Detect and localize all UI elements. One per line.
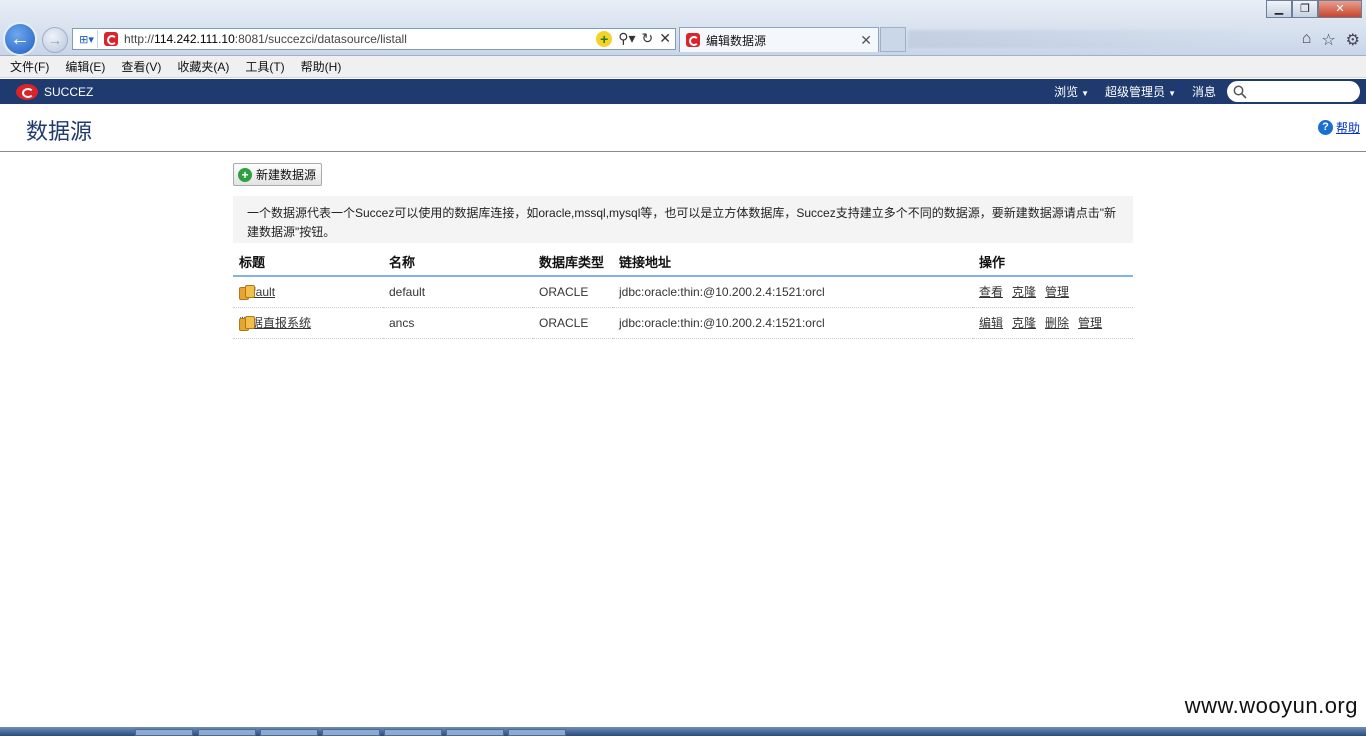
cell-title: default — [233, 276, 383, 308]
help-link[interactable]: 帮助 — [1336, 119, 1360, 136]
top-nav: 浏览 ▼ 超级管理员 ▼ 消息 — [1054, 79, 1216, 104]
delete-link[interactable]: 删除 — [1045, 316, 1069, 330]
browser-chrome: ▁ ❐ ✕ ← → ⊞▾ http://114.242.111.10:8081/… — [0, 0, 1366, 56]
forward-arrow-icon: → — [48, 32, 62, 48]
edit-link[interactable]: 编辑 — [979, 316, 1003, 330]
clone-link[interactable]: 克隆 — [1012, 285, 1036, 299]
settings-gear-icon[interactable]: ⚙ — [1346, 30, 1360, 50]
cell-name: default — [383, 276, 533, 308]
addon-icon[interactable]: + — [596, 31, 613, 47]
title-cell-inner: default — [239, 285, 383, 299]
caret-down-icon: ▼ — [1081, 89, 1090, 98]
title-cell-inner: 数据直报系统 — [239, 314, 383, 331]
nav-admin[interactable]: 超级管理员 ▼ — [1105, 83, 1176, 100]
window-controls: ▁ ❐ ✕ — [1266, 0, 1362, 18]
table-row: default default ORACLE jdbc:oracle:thin:… — [233, 276, 1133, 308]
view-link[interactable]: 查看 — [979, 285, 1003, 299]
clone-link[interactable]: 克隆 — [1012, 316, 1036, 330]
url-prefix: http:// — [124, 32, 155, 46]
table-header-row: 标题 名称 数据库类型 链接地址 操作 — [233, 247, 1133, 277]
add-circle-icon: + — [238, 167, 252, 182]
cell-url: jdbc:oracle:thin:@10.200.2.4:1521:orcl — [613, 276, 973, 308]
col-header-name: 名称 — [383, 247, 533, 277]
browser-tab-active[interactable]: 编辑数据源 ✕ — [679, 27, 879, 52]
site-favicon-icon — [104, 32, 118, 46]
window-close-button[interactable]: ✕ — [1318, 0, 1362, 18]
address-tools: + ⚲▾ ↻ ✕ — [596, 30, 671, 47]
url-host: 114.242.111.10 — [154, 32, 235, 46]
nav-messages[interactable]: 消息 — [1192, 83, 1216, 100]
page-title-bar: 数据源 ? 帮助 — [0, 104, 1366, 152]
address-url[interactable]: http://114.242.111.10:8081/succezci/data… — [124, 32, 407, 46]
browser-toolbar-icons: ⌂ ☆ ⚙ — [1302, 30, 1360, 50]
os-taskbar — [0, 727, 1366, 736]
forward-button[interactable]: → — [42, 27, 68, 53]
home-icon[interactable]: ⌂ — [1302, 30, 1312, 50]
taskbar-button[interactable] — [198, 729, 256, 736]
menu-favorites[interactable]: 收藏夹(A) — [177, 58, 229, 75]
restore-button[interactable]: ❐ — [1292, 0, 1318, 18]
nav-admin-label: 超级管理员 — [1105, 85, 1166, 99]
help-icon[interactable]: ? — [1317, 120, 1333, 135]
menu-file[interactable]: 文件(F) — [10, 58, 49, 75]
col-header-actions: 操作 — [973, 247, 1133, 277]
search-dropdown-icon[interactable]: ⚲▾ — [618, 30, 635, 47]
menu-view[interactable]: 查看(V) — [121, 58, 161, 75]
tab-close-icon[interactable]: ✕ — [860, 32, 872, 49]
tab-favicon-icon — [686, 33, 700, 47]
taskbar-button[interactable] — [322, 729, 380, 736]
menu-tools[interactable]: 工具(T) — [245, 58, 284, 75]
header-search[interactable] — [1227, 81, 1360, 102]
manage-link[interactable]: 管理 — [1045, 285, 1069, 299]
back-arrow-icon: ← — [10, 27, 30, 50]
new-tab-button[interactable] — [880, 27, 906, 52]
nav-browse-label: 浏览 — [1054, 85, 1079, 99]
menu-edit[interactable]: 编辑(E) — [65, 58, 105, 75]
page-title: 数据源 — [26, 119, 93, 144]
succez-logo-icon — [16, 83, 38, 100]
refresh-icon[interactable]: ↻ — [642, 30, 654, 47]
datasource-table: 标题 名称 数据库类型 链接地址 操作 default default ORAC… — [233, 247, 1133, 339]
cell-name: ancs — [383, 307, 533, 339]
nav-browse[interactable]: 浏览 ▼ — [1054, 83, 1089, 100]
stop-icon[interactable]: ✕ — [659, 30, 671, 47]
menu-help[interactable]: 帮助(H) — [301, 58, 342, 75]
brand-name: SUCCEZ — [44, 84, 94, 99]
url-path: :8081/succezci/datasource/listall — [234, 32, 407, 46]
help-link-group[interactable]: ? 帮助 — [1317, 119, 1360, 136]
cell-actions: 查看 克隆 管理 — [973, 276, 1133, 308]
minimize-button[interactable]: ▁ — [1266, 0, 1292, 18]
cell-url: jdbc:oracle:thin:@10.200.2.4:1521:orcl — [613, 307, 973, 339]
address-bar[interactable]: ⊞▾ http://114.242.111.10:8081/succezci/d… — [72, 28, 676, 50]
col-header-title: 标题 — [233, 247, 383, 277]
col-header-url: 链接地址 — [613, 247, 973, 277]
background-tabs — [908, 30, 1248, 48]
favorites-star-icon[interactable]: ☆ — [1321, 30, 1335, 50]
table-row: 数据直报系统 ancs ORACLE jdbc:oracle:thin:@10.… — [233, 307, 1133, 339]
tab-title: 编辑数据源 — [706, 33, 767, 48]
cell-actions: 编辑 克隆 删除 管理 — [973, 307, 1133, 339]
new-datasource-label: 新建数据源 — [256, 168, 317, 182]
caret-down-icon: ▼ — [1168, 89, 1176, 98]
new-datasource-button[interactable]: + 新建数据源 — [233, 163, 323, 186]
taskbar-button[interactable] — [446, 729, 504, 736]
back-button[interactable]: ← — [3, 22, 37, 56]
col-header-dbtype: 数据库类型 — [533, 247, 613, 277]
cell-dbtype: ORACLE — [533, 307, 613, 339]
search-input[interactable] — [1251, 84, 1351, 99]
cell-dbtype: ORACLE — [533, 276, 613, 308]
taskbar-button[interactable] — [384, 729, 442, 736]
watermark: www.wooyun.org — [1184, 693, 1358, 718]
taskbar-button[interactable] — [508, 729, 566, 736]
app-header: SUCCEZ 浏览 ▼ 超级管理员 ▼ 消息 — [0, 79, 1366, 104]
browser-menu-bar: 文件(F) 编辑(E) 查看(V) 收藏夹(A) 工具(T) 帮助(H) — [0, 56, 1366, 78]
cell-title: 数据直报系统 — [233, 307, 383, 339]
taskbar-button[interactable] — [135, 729, 193, 736]
compat-view-icon[interactable]: ⊞▾ — [76, 30, 98, 48]
taskbar-button[interactable] — [260, 729, 318, 736]
search-icon — [1233, 85, 1247, 99]
manage-link[interactable]: 管理 — [1078, 316, 1102, 330]
description-box: 一个数据源代表一个Succez可以使用的数据库连接，如oracle,mssql,… — [233, 196, 1133, 243]
